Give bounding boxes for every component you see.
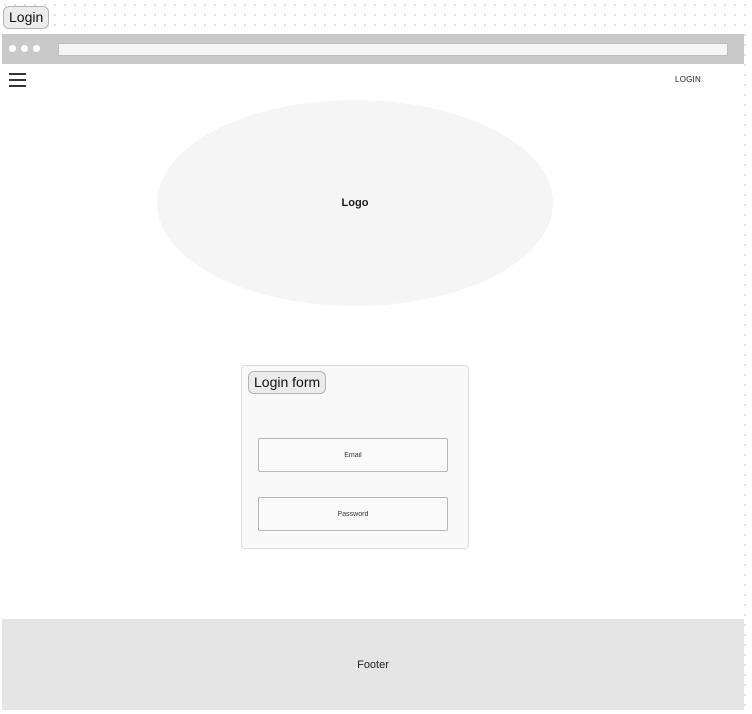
window-dot-icon[interactable]	[21, 45, 28, 52]
hamburger-menu-icon[interactable]	[9, 72, 26, 87]
window-dot-icon[interactable]	[9, 45, 16, 52]
nav-login-link[interactable]: LOGIN	[666, 75, 710, 84]
menu-line	[9, 79, 26, 81]
password-field[interactable]	[258, 497, 448, 531]
login-form: Login form	[241, 365, 469, 549]
address-bar[interactable]	[58, 43, 728, 56]
login-form-title: Login form	[248, 371, 327, 394]
email-field[interactable]	[258, 438, 448, 472]
browser-window: LOGIN Logo Login form Footer	[2, 34, 744, 710]
window-dot-icon[interactable]	[33, 45, 40, 52]
frame-label: Login	[3, 6, 50, 29]
browser-chrome	[2, 34, 744, 64]
logo-label: Logo	[341, 197, 369, 209]
menu-line	[9, 73, 26, 75]
logo-placeholder: Logo	[157, 100, 553, 306]
menu-line	[9, 85, 26, 87]
footer-label: Footer	[357, 658, 389, 671]
footer: Footer	[2, 619, 744, 710]
